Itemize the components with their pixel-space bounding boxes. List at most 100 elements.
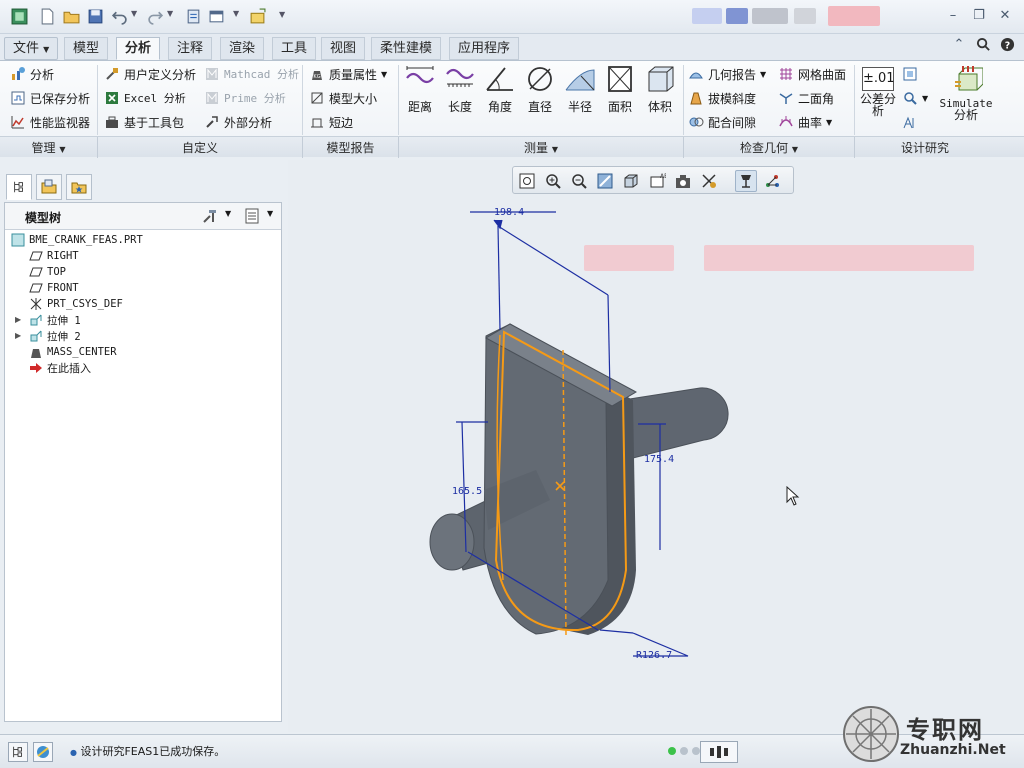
windows-dropdown-icon[interactable]: ▼ (233, 9, 239, 18)
chevron-down-icon[interactable]: ▼ (922, 94, 928, 103)
measure-angle-button[interactable]: 角度 (480, 64, 520, 120)
design-study-tool-2[interactable]: ▼ (902, 87, 928, 109)
chevron-down-icon[interactable]: ▼ (225, 209, 231, 218)
group-inspect-geometry[interactable]: 检查几何 ▼ (684, 139, 854, 156)
group-model-report: 模型报告 (326, 141, 375, 155)
geometry-report-button[interactable]: 几何报告 ▼ (688, 63, 766, 85)
save-icon[interactable] (86, 7, 104, 25)
mesh-surface-button[interactable]: 网格曲面 (778, 63, 846, 85)
open-folder-icon[interactable] (62, 7, 80, 25)
short-edge-button[interactable]: 短边 (309, 111, 353, 133)
tab-model[interactable]: 模型 (64, 37, 109, 60)
model-tree-tab[interactable] (6, 174, 32, 200)
restore-icon[interactable]: ❐ (970, 8, 988, 24)
chevron-down-icon[interactable]: ▼ (826, 118, 832, 127)
tab-annotate[interactable]: 注释 (168, 37, 213, 60)
tree-node-label: BME_CRANK_FEAS.PRT (29, 234, 143, 246)
close-window-icon[interactable] (248, 7, 266, 25)
tab-render[interactable]: 渲染 (220, 37, 265, 60)
measure-length-button[interactable]: 长度 (440, 64, 480, 120)
graphics-viewport[interactable]: AB (288, 160, 1024, 732)
tab-tools[interactable]: 工具 (272, 37, 317, 60)
performance-monitor-button[interactable]: 性能监视器 (10, 111, 90, 133)
watermark-text: 专职网 (906, 715, 984, 744)
show-columns-icon[interactable] (243, 207, 261, 228)
design-study-tool-1[interactable] (902, 63, 918, 85)
dimension-label[interactable]: 175.4 (644, 454, 674, 465)
quick-access-customize-icon[interactable]: ▼ (279, 10, 285, 19)
close-icon[interactable]: ✕ (996, 8, 1014, 24)
tree-node-insert-here[interactable]: 在此插入 (29, 360, 91, 376)
group-measure[interactable]: 测量 ▼ (399, 139, 683, 156)
analysis-button[interactable]: 分析 (10, 63, 54, 85)
app-logo-icon (10, 7, 28, 25)
minimize-ribbon-icon[interactable]: ⌃ (950, 37, 968, 53)
tab-annotate-label: 注释 (177, 41, 204, 56)
saved-analysis-button[interactable]: 已保存分析 (10, 87, 90, 109)
windows-icon[interactable] (208, 7, 226, 25)
expand-triangle-icon[interactable]: ▶ (15, 315, 21, 324)
excel-analysis-button[interactable]: Excel 分析 (104, 87, 186, 109)
external-analysis-icon (204, 114, 220, 130)
tab-file[interactable]: 文件 ▼ (4, 37, 59, 60)
tree-node-extrude-1[interactable]: 拉伸 1 (29, 312, 81, 328)
favorites-tab[interactable] (66, 174, 92, 200)
measure-distance-button[interactable]: 距离 (400, 64, 440, 120)
group-manage[interactable]: 管理 ▼ (0, 139, 97, 156)
regenerate-icon[interactable] (184, 7, 202, 25)
draft-button[interactable]: 拔模斜度 (688, 87, 756, 109)
new-file-icon[interactable] (38, 7, 56, 25)
measure-radius-button[interactable]: 半径 (560, 64, 600, 120)
chevron-down-icon[interactable]: ▼ (381, 70, 387, 79)
model-size-button[interactable]: 模型大小 (309, 87, 377, 109)
toggle-navigator-icon[interactable] (8, 742, 28, 762)
tab-applications[interactable]: 应用程序 (449, 37, 520, 60)
dimension-label[interactable]: 165.5 (452, 486, 482, 497)
tree-node-mass-center[interactable]: MASS_CENTER (29, 344, 117, 360)
external-analysis-button[interactable]: 外部分析 (204, 111, 272, 133)
mathcad-analysis-button[interactable]: Mathcad 分析 (204, 63, 299, 85)
tree-node-extrude-2[interactable]: 拉伸 2 (29, 328, 81, 344)
angle-label: 角度 (487, 100, 512, 114)
folder-browser-tab[interactable] (36, 174, 62, 200)
selection-filter-icon[interactable] (700, 741, 738, 763)
tab-view[interactable]: 视图 (321, 37, 366, 60)
undo-icon[interactable] (110, 7, 128, 25)
simulate-analysis-button[interactable]: Simulate 分析 (936, 64, 996, 121)
dimension-label[interactable]: 198.4 (494, 207, 524, 218)
expand-triangle-icon[interactable]: ▶ (15, 331, 21, 340)
dimension-label[interactable]: R126.7 (636, 650, 672, 661)
tree-node-front[interactable]: FRONT (29, 280, 79, 296)
tree-node-right[interactable]: RIGHT (29, 248, 79, 264)
tolerance-analysis-button[interactable]: ±.01 公差分析 (858, 64, 898, 120)
settings-tools-icon[interactable] (201, 207, 219, 228)
user-defined-analysis-button[interactable]: 用户定义分析 (104, 63, 196, 85)
search-icon[interactable] (974, 37, 992, 53)
status-message: ● 设计研究FEAS1已成功保存。 (70, 743, 225, 759)
prime-analysis-button[interactable]: Prime 分析 (204, 87, 286, 109)
measure-area-button[interactable]: 面积 (600, 64, 640, 120)
watermark-logo-icon (843, 706, 899, 762)
measure-diameter-button[interactable]: 直径 (520, 64, 560, 120)
tree-node-top[interactable]: TOP (29, 264, 66, 280)
redo-icon[interactable] (146, 7, 164, 25)
toolkit-based-button[interactable]: 基于工具包 (104, 111, 184, 133)
curvature-button[interactable]: 曲率 ▼ (778, 111, 832, 133)
toggle-browser-icon[interactable] (33, 742, 53, 762)
tab-flexible-modeling[interactable]: 柔性建模 (371, 37, 442, 60)
tree-node-part[interactable]: BME_CRANK_FEAS.PRT (11, 232, 143, 248)
undo-dropdown-icon[interactable]: ▼ (131, 9, 137, 18)
tree-node-csys[interactable]: PRT_CSYS_DEF (29, 296, 123, 312)
help-icon[interactable]: ? (998, 37, 1016, 53)
clearance-button[interactable]: 配合间隙 (688, 111, 756, 133)
measure-volume-button[interactable]: 体积 (640, 64, 680, 120)
tab-analysis[interactable]: 分析 (116, 37, 161, 60)
chevron-down-icon[interactable]: ▼ (760, 70, 766, 79)
redo-dropdown-icon[interactable]: ▼ (167, 9, 173, 18)
mass-properties-button[interactable]: KG 质量属性 ▼ (309, 63, 387, 85)
minimize-icon[interactable]: – (944, 8, 962, 24)
tolerance-icon-text: ±.01 (863, 71, 895, 86)
design-study-tool-3[interactable] (902, 111, 918, 133)
dihedral-button[interactable]: 二面角 (778, 87, 834, 109)
chevron-down-icon[interactable]: ▼ (267, 209, 273, 218)
